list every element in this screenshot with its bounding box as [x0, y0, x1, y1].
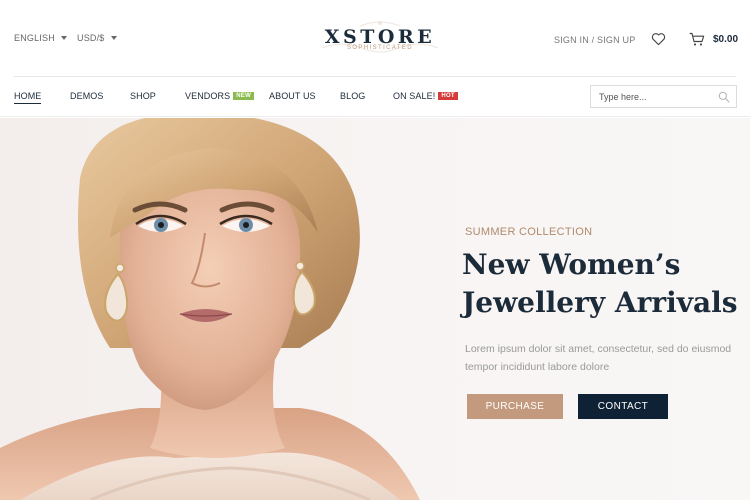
sign-in-link[interactable]: SIGN IN / SIGN UP: [554, 35, 635, 45]
main-nav: HOME DEMOS SHOP VENDORS NEW ABOUT US BLO…: [0, 77, 750, 117]
hero-description: Lorem ipsum dolor sit amet, consectetur,…: [465, 343, 732, 373]
nav-item-home[interactable]: HOME: [14, 91, 42, 104]
nav-item-blog[interactable]: BLOG: [340, 91, 365, 101]
nav-item-label: SHOP: [130, 91, 156, 101]
nav-item-about-us[interactable]: ABOUT US: [269, 91, 316, 101]
cart-total[interactable]: $0.00: [713, 34, 738, 45]
nav-item-demos[interactable]: DEMOS: [70, 91, 104, 101]
nav-item-label: BLOG: [340, 91, 366, 101]
search-box: [590, 85, 737, 108]
hero-model-photo: [0, 118, 420, 500]
currency-selector[interactable]: USD/$: [77, 33, 117, 43]
purchase-button[interactable]: PURCHASE: [467, 394, 563, 419]
nav-item-label: HOME: [14, 91, 42, 101]
nav-item-label: ABOUT US: [269, 91, 316, 101]
hot-badge: HOT: [438, 92, 458, 100]
search-input[interactable]: [591, 86, 711, 107]
hero-title: New Women’s Jewellery Arrivals: [462, 248, 738, 319]
nav-item-on-sale[interactable]: ON SALE! HOT: [393, 91, 458, 101]
top-bar: ENGLISH USD/$ XSTORE SOPHISTICATED SIGN …: [0, 0, 750, 76]
heart-icon[interactable]: [651, 32, 666, 46]
site-logo[interactable]: XSTORE SOPHISTICATED: [300, 18, 460, 62]
cart-icon[interactable]: [689, 32, 705, 47]
logo-subtitle: SOPHISTICATED: [346, 45, 414, 51]
nav-item-vendors[interactable]: VENDORS NEW: [185, 91, 255, 101]
new-badge: NEW: [233, 92, 255, 100]
contact-button[interactable]: CONTACT: [578, 394, 668, 419]
nav-item-label: VENDORS: [185, 91, 231, 101]
currency-label: USD/$: [77, 33, 105, 43]
language-selector[interactable]: ENGLISH: [14, 33, 67, 43]
chevron-down-icon: [110, 36, 117, 40]
nav-item-shop[interactable]: SHOP: [130, 91, 156, 101]
hero-banner: SUMMER COLLECTION New Women’s Jewellery …: [0, 118, 750, 500]
search-icon[interactable]: [718, 91, 730, 103]
chevron-down-icon: [60, 36, 67, 40]
nav-item-label: DEMOS: [70, 91, 104, 101]
nav-item-label: ON SALE!: [393, 91, 436, 101]
hero-kicker: SUMMER COLLECTION: [465, 226, 593, 238]
language-label: ENGLISH: [14, 33, 55, 43]
